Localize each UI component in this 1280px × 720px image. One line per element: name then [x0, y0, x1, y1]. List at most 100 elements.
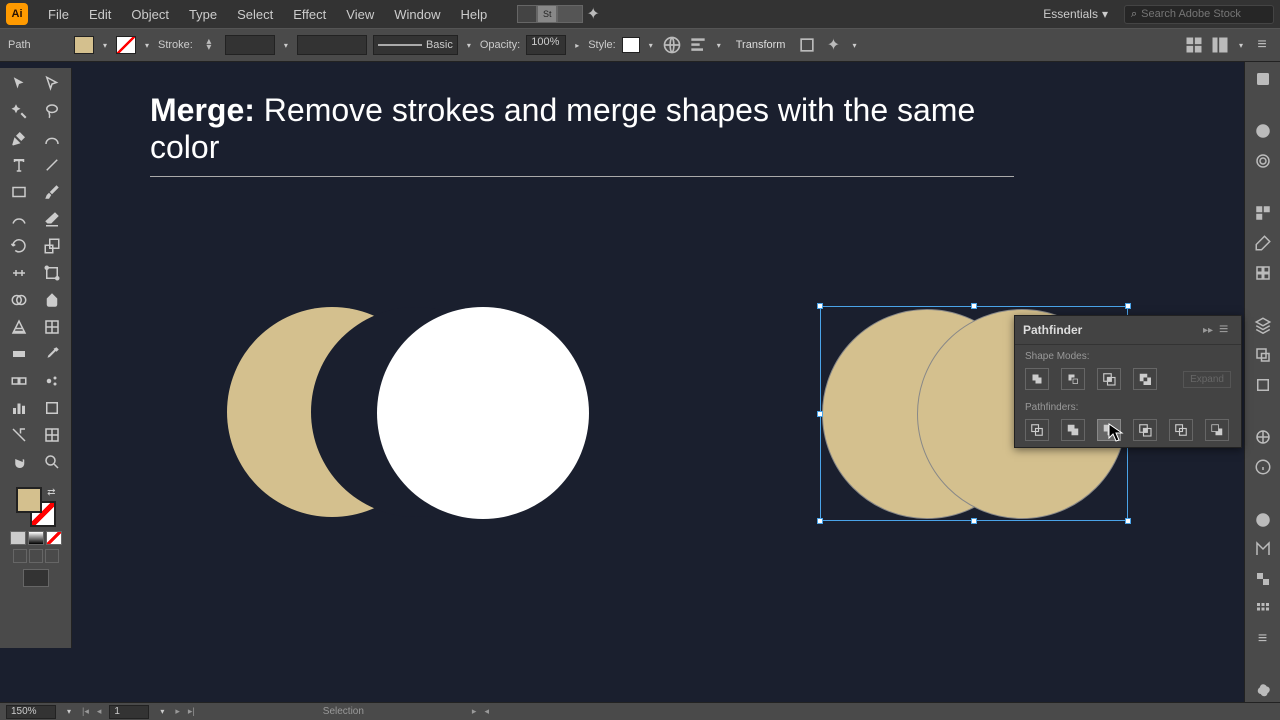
style-swatch[interactable] — [622, 37, 640, 53]
panel-view-icon[interactable] — [1210, 35, 1230, 55]
scale-tool[interactable] — [37, 234, 67, 258]
menu-effect[interactable]: Effect — [283, 7, 336, 22]
zoom-dropdown[interactable]: ▾ — [64, 707, 74, 717]
pathfinder-panel[interactable]: Pathfinder ▸▸ ≡ Shape Modes: Expand Path… — [1014, 315, 1242, 448]
selection-handle-nw[interactable] — [817, 303, 823, 309]
guide-tool[interactable] — [37, 423, 67, 447]
align-dropdown[interactable]: ▾ — [714, 40, 724, 50]
collapse-panel-icon[interactable]: ▸▸ — [1203, 325, 1213, 336]
workspace-switcher[interactable]: Essentials ▾ — [1035, 5, 1116, 23]
gradient-tool[interactable] — [4, 342, 34, 366]
status-scroll-icon[interactable]: ◂ — [484, 706, 489, 717]
menu-file[interactable]: File — [38, 7, 79, 22]
status-play-icon[interactable]: ▸ — [472, 706, 477, 717]
trim-button[interactable] — [1061, 419, 1085, 441]
color-guide-panel-icon[interactable] — [1251, 150, 1275, 172]
graphic-styles-panel-icon[interactable] — [1251, 538, 1275, 560]
color-mode-solid[interactable] — [10, 531, 26, 545]
brush-dropdown[interactable]: ▾ — [464, 40, 474, 50]
menu-object[interactable]: Object — [121, 7, 179, 22]
selection-handle-sw[interactable] — [817, 518, 823, 524]
free-transform-tool[interactable] — [37, 261, 67, 285]
gpu-icon[interactable]: ✦ — [583, 4, 603, 24]
pathfinder-header[interactable]: Pathfinder ▸▸ ≡ — [1015, 316, 1241, 345]
type-tool[interactable] — [4, 153, 34, 177]
symbols-panel-icon[interactable] — [1251, 262, 1275, 284]
draw-inside[interactable] — [45, 549, 59, 563]
minus-back-button[interactable] — [1205, 419, 1229, 441]
opacity-dropdown[interactable]: ▸ — [572, 40, 582, 50]
web-icon[interactable] — [662, 35, 682, 55]
crescent-shape[interactable] — [227, 307, 377, 517]
color-mode-none[interactable] — [46, 531, 62, 545]
align-icon[interactable] — [688, 35, 708, 55]
perspective-tool[interactable] — [4, 315, 34, 339]
stock-icon[interactable]: St — [537, 5, 557, 23]
divide-button[interactable] — [1025, 419, 1049, 441]
outline-button[interactable] — [1169, 419, 1193, 441]
stroke-dropdown[interactable]: ▾ — [142, 40, 152, 50]
opacity-input[interactable]: 100% — [526, 35, 566, 55]
stroke-panel-icon[interactable] — [1251, 427, 1275, 449]
stroke-profile[interactable] — [297, 35, 367, 55]
draw-behind[interactable] — [29, 549, 43, 563]
width-tool[interactable] — [4, 261, 34, 285]
panel-menu-icon[interactable]: ≡ — [1219, 321, 1233, 339]
selection-handle-w[interactable] — [817, 411, 823, 417]
hand-tool[interactable] — [4, 450, 34, 474]
artboard-dropdown[interactable]: ▾ — [157, 707, 167, 717]
swap-fill-stroke-icon[interactable]: ⇄ — [47, 487, 55, 498]
artboards-panel-icon[interactable] — [1251, 374, 1275, 396]
mesh-tool[interactable] — [37, 315, 67, 339]
selection-handle-s[interactable] — [971, 518, 977, 524]
menu-view[interactable]: View — [336, 7, 384, 22]
view-dropdown[interactable]: ▾ — [1236, 40, 1246, 50]
color-panel-icon[interactable] — [1251, 120, 1275, 142]
stroke-swatch[interactable] — [116, 36, 136, 54]
menu-select[interactable]: Select — [227, 7, 283, 22]
grid-view-icon[interactable] — [1184, 35, 1204, 55]
curvature-tool[interactable] — [37, 126, 67, 150]
column-graph-tool[interactable] — [4, 396, 34, 420]
asset-export-panel-icon[interactable] — [1251, 344, 1275, 366]
pathfinder-panel-icon[interactable] — [1251, 680, 1275, 702]
edit-similar-icon[interactable]: ✦ — [823, 35, 843, 55]
stroke-weight-input[interactable] — [225, 35, 275, 55]
shape-builder-tool[interactable] — [4, 288, 34, 312]
menu-edit[interactable]: Edit — [79, 7, 121, 22]
selection-handle-ne[interactable] — [1125, 303, 1131, 309]
magic-wand-tool[interactable] — [4, 99, 34, 123]
symbol-tool[interactable] — [37, 369, 67, 393]
crop-button[interactable] — [1133, 419, 1157, 441]
stock-search[interactable]: ⌕ — [1124, 5, 1274, 24]
paintbrush-tool[interactable] — [37, 180, 67, 204]
properties-panel-icon[interactable] — [1251, 68, 1275, 90]
rectangle-tool[interactable] — [4, 180, 34, 204]
similar-dropdown[interactable]: ▾ — [849, 40, 859, 50]
arrange-icon[interactable] — [557, 5, 583, 23]
shaper-tool[interactable] — [4, 207, 34, 231]
info-panel-icon[interactable] — [1251, 456, 1275, 478]
style-dropdown[interactable]: ▾ — [646, 40, 656, 50]
expand-button[interactable]: Expand — [1183, 371, 1231, 388]
zoom-tool[interactable] — [37, 450, 67, 474]
white-circle-shape[interactable] — [377, 307, 589, 519]
transform-panel-icon[interactable]: ≡ — [1251, 628, 1275, 650]
menu-help[interactable]: Help — [450, 7, 497, 22]
artboard-tool[interactable] — [37, 396, 67, 420]
align-panel-icon[interactable] — [1251, 598, 1275, 620]
livepaint-tool[interactable] — [37, 288, 67, 312]
fill-swatch[interactable] — [74, 36, 94, 54]
first-artboard-icon[interactable]: |◂ — [82, 706, 89, 717]
transform-link[interactable]: Transform — [736, 39, 786, 51]
swatches-panel-icon[interactable] — [1251, 203, 1275, 225]
selection-handle-n[interactable] — [971, 303, 977, 309]
lasso-tool[interactable] — [37, 99, 67, 123]
brush-definition[interactable]: Basic — [373, 35, 458, 55]
selection-handle-se[interactable] — [1125, 518, 1131, 524]
list-icon[interactable]: ≡ — [1252, 35, 1272, 55]
fill-color-box[interactable] — [16, 487, 42, 513]
appearance-panel-icon[interactable] — [1251, 509, 1275, 531]
fill-stroke-picker[interactable]: ⇄ — [16, 487, 56, 527]
search-input[interactable] — [1141, 8, 1267, 20]
